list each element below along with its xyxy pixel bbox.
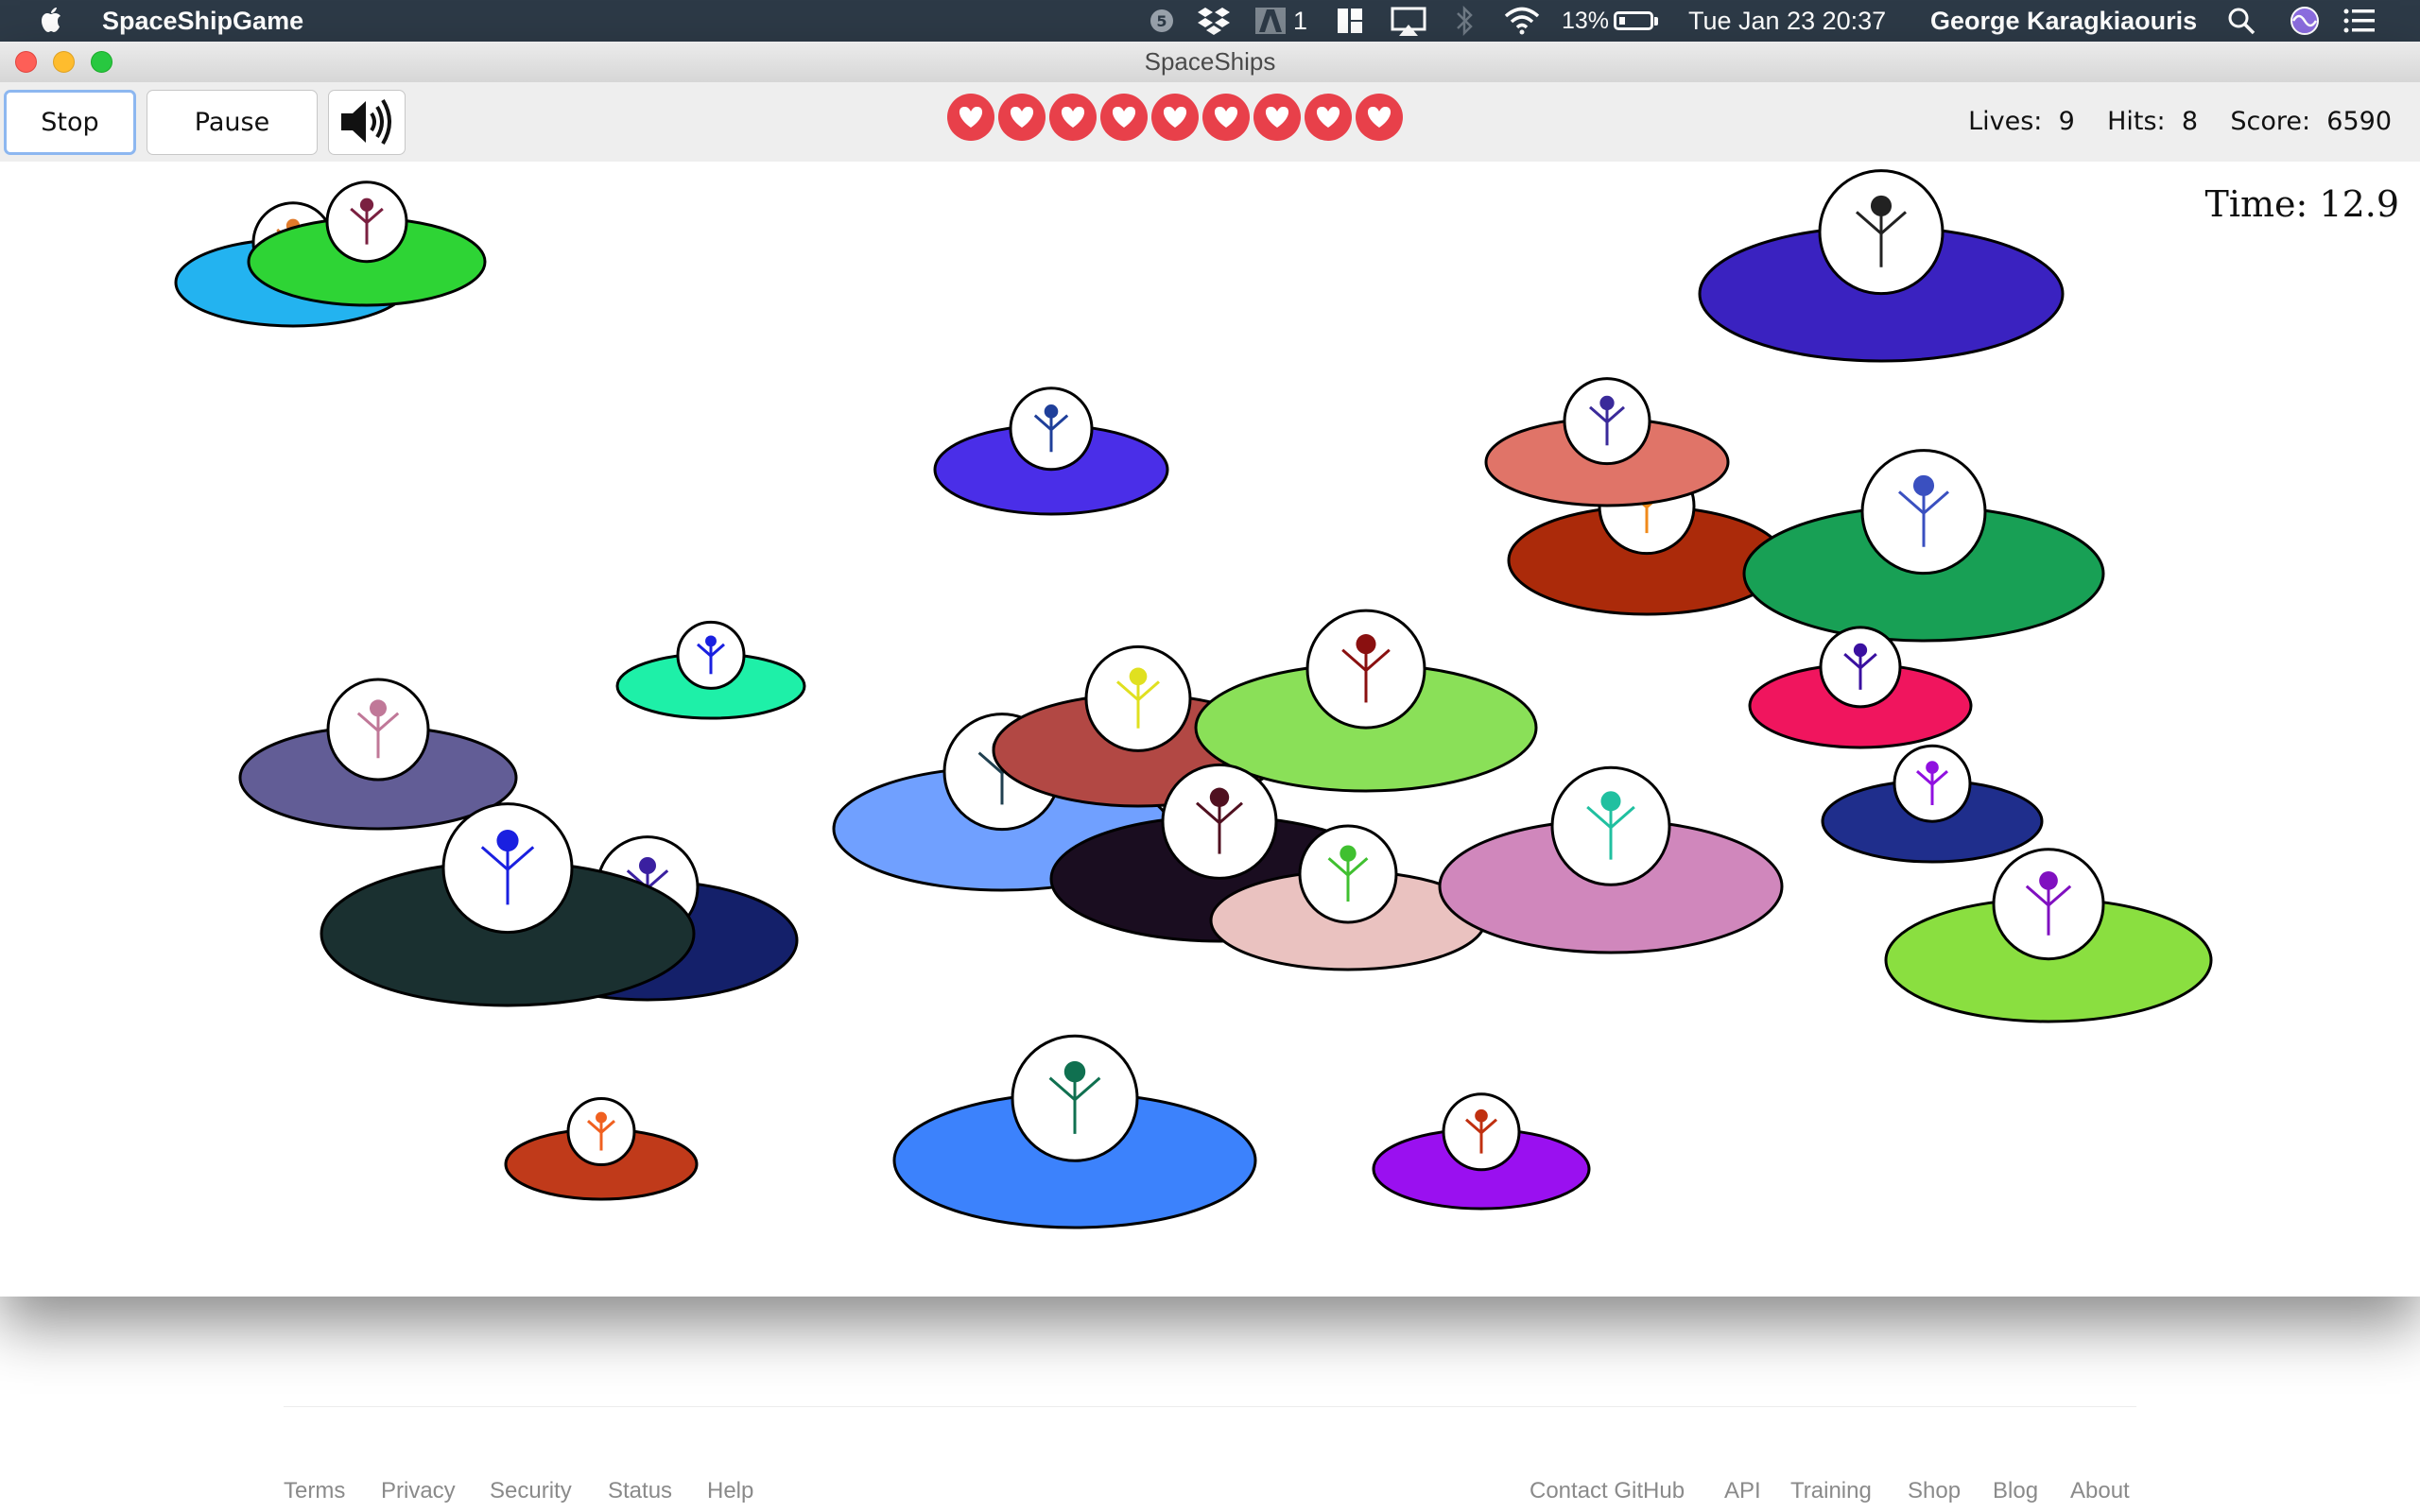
heart-icon bbox=[1202, 94, 1250, 141]
footer-link-privacy[interactable]: Privacy bbox=[381, 1478, 456, 1504]
spaceship[interactable] bbox=[247, 180, 487, 307]
footer-link-about[interactable]: About bbox=[2070, 1478, 2130, 1504]
game-canvas[interactable] bbox=[0, 162, 2420, 1255]
game-window: SpaceShips Stop Pause Lives: 9 Hits: 8 S… bbox=[0, 42, 2420, 1297]
window-title: SpaceShips bbox=[1144, 47, 1276, 76]
spaceship[interactable] bbox=[1884, 848, 2213, 1023]
footer-link-contact[interactable]: Contact GitHub bbox=[1530, 1478, 1685, 1504]
heart-icon bbox=[947, 94, 994, 141]
spaceship[interactable] bbox=[1438, 765, 1784, 954]
app-name-menu[interactable]: SpaceShipGame bbox=[102, 0, 303, 42]
battery-icon[interactable] bbox=[1614, 11, 1653, 30]
footer-link-terms[interactable]: Terms bbox=[284, 1478, 345, 1504]
menubar-clock[interactable]: Tue Jan 23 20:37 bbox=[1688, 0, 1886, 42]
footer-link-shop[interactable]: Shop bbox=[1908, 1478, 1961, 1504]
footer-link-help[interactable]: Help bbox=[707, 1478, 753, 1504]
menubar: SpaceShipGame 5 1 13% Tue Jan 23 20:37 G… bbox=[0, 0, 2420, 42]
footer-divider bbox=[284, 1406, 2136, 1407]
footer-link-status[interactable]: Status bbox=[608, 1478, 672, 1504]
spaceship[interactable] bbox=[1698, 169, 2065, 363]
lives-label: Lives: bbox=[1968, 107, 2043, 136]
window-titlebar[interactable]: SpaceShips bbox=[0, 42, 2420, 83]
spaceship[interactable] bbox=[933, 387, 1169, 516]
hits-value: 8 bbox=[2181, 107, 2199, 136]
search-icon[interactable] bbox=[2225, 0, 2257, 42]
adobe-count: 1 bbox=[1293, 7, 1308, 35]
heart-icon bbox=[1151, 94, 1199, 141]
spaceship[interactable] bbox=[504, 1097, 699, 1201]
spaceship[interactable] bbox=[1742, 449, 2105, 643]
footer-link-api[interactable]: API bbox=[1724, 1478, 1761, 1504]
spaceship[interactable] bbox=[1821, 744, 2044, 864]
spaceship[interactable] bbox=[892, 1034, 1257, 1229]
spaceship[interactable] bbox=[1372, 1092, 1591, 1211]
menubar-user[interactable]: George Karagkiaouris bbox=[1930, 0, 2197, 42]
adobe-icon[interactable] bbox=[1253, 0, 1288, 42]
heart-icon bbox=[1100, 94, 1148, 141]
apple-icon[interactable] bbox=[36, 4, 68, 36]
status-badge-text: 5 bbox=[1156, 12, 1167, 30]
bluetooth-icon[interactable] bbox=[1452, 0, 1477, 42]
background-page-footer: Terms Privacy Security Status Help Conta… bbox=[0, 1297, 2420, 1512]
spaceship[interactable] bbox=[320, 802, 696, 1007]
lives-value: 9 bbox=[2058, 107, 2075, 136]
spaceship[interactable] bbox=[1748, 626, 1973, 749]
footer-link-security[interactable]: Security bbox=[490, 1478, 572, 1504]
heart-icon bbox=[998, 94, 1046, 141]
footer-link-training[interactable]: Training bbox=[1790, 1478, 1872, 1504]
layout-icon[interactable] bbox=[1335, 0, 1365, 42]
game-stats: Lives: 9 Hits: 8 Score: 6590 bbox=[1968, 94, 2392, 150]
battery-tip bbox=[1654, 17, 1658, 26]
siri-icon[interactable] bbox=[2288, 0, 2322, 42]
heart-icon bbox=[1356, 94, 1403, 141]
spaceships-layer bbox=[174, 169, 2213, 1229]
airplay-icon[interactable] bbox=[1390, 0, 1427, 42]
heart-icon bbox=[1049, 94, 1097, 141]
battery-percent: 13% bbox=[1562, 8, 1610, 34]
heart-icon bbox=[1253, 94, 1301, 141]
wifi-icon[interactable] bbox=[1503, 0, 1541, 42]
time-readout: Time: 12.9 bbox=[2204, 183, 2399, 225]
heart-icon bbox=[1305, 94, 1352, 141]
spaceship[interactable] bbox=[615, 620, 806, 720]
footer-link-blog[interactable]: Blog bbox=[1993, 1478, 2038, 1504]
score-value: 6590 bbox=[2326, 107, 2392, 136]
spaceship[interactable] bbox=[1194, 609, 1538, 793]
dropbox-icon[interactable] bbox=[1197, 0, 1231, 42]
badge-5-icon[interactable]: 5 bbox=[1148, 0, 1176, 42]
score-label: Score: bbox=[2230, 107, 2311, 136]
spaceship[interactable] bbox=[1484, 377, 1730, 507]
hits-label: Hits: bbox=[2107, 107, 2166, 136]
list-icon[interactable] bbox=[2341, 0, 2378, 42]
spaceship[interactable] bbox=[238, 678, 518, 831]
